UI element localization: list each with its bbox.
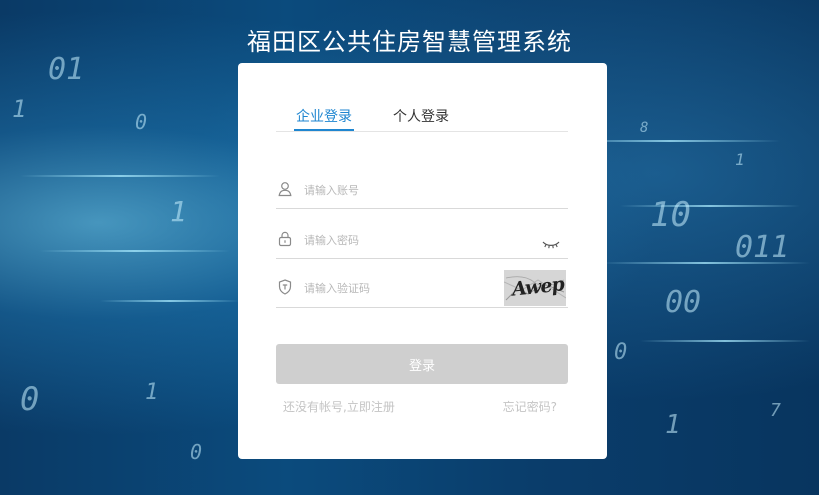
forgot-password-link[interactable]: 忘记密码?	[503, 398, 557, 415]
account-input[interactable]	[304, 180, 524, 200]
page-title: 福田区公共住房智慧管理系统	[247, 28, 572, 56]
bg-digit: 1	[665, 410, 681, 440]
register-link[interactable]: 还没有帐号,立即注册	[283, 398, 395, 415]
lock-icon	[278, 231, 292, 247]
tab-enterprise-login[interactable]: 企业登录	[296, 106, 352, 126]
bg-digit: 0	[614, 340, 628, 365]
bg-digit: 8	[640, 120, 649, 136]
bg-digit: 1	[145, 380, 159, 405]
bg-digit: 1	[735, 150, 745, 169]
captcha-image[interactable]: Awep	[504, 270, 566, 306]
light-streak	[20, 175, 220, 177]
account-field	[276, 172, 568, 209]
bg-digit: 0	[135, 110, 148, 134]
bg-digit: 7	[770, 400, 781, 421]
light-streak	[100, 300, 240, 302]
login-card: 企业登录 个人登录 请输入账号 请输入验证码 Awep 登录 还没有帐号,立即注…	[238, 63, 607, 459]
bg-digit: 00	[665, 285, 702, 320]
bg-digit: 10	[650, 195, 691, 235]
shield-icon	[278, 279, 292, 295]
captcha-field: Awep	[276, 270, 568, 308]
eye-closed-icon[interactable]	[542, 235, 560, 249]
bg-digit: 1	[170, 195, 187, 228]
password-field	[276, 222, 568, 259]
light-streak	[40, 250, 230, 252]
login-tabs: 企业登录 个人登录	[276, 105, 568, 132]
password-input[interactable]	[304, 230, 524, 250]
active-tab-indicator	[294, 129, 354, 131]
user-icon	[278, 181, 292, 197]
tab-personal-login[interactable]: 个人登录	[393, 106, 449, 126]
bg-digit: 01	[48, 52, 85, 87]
bg-digit: 011	[735, 230, 790, 265]
light-streak	[620, 205, 800, 207]
bg-digit: 0	[20, 380, 40, 418]
bg-digit: 1	[12, 95, 27, 123]
login-button[interactable]: 登录	[276, 344, 568, 384]
bg-digit: 0	[190, 440, 203, 464]
light-streak	[640, 340, 810, 342]
captcha-input[interactable]	[304, 278, 474, 298]
